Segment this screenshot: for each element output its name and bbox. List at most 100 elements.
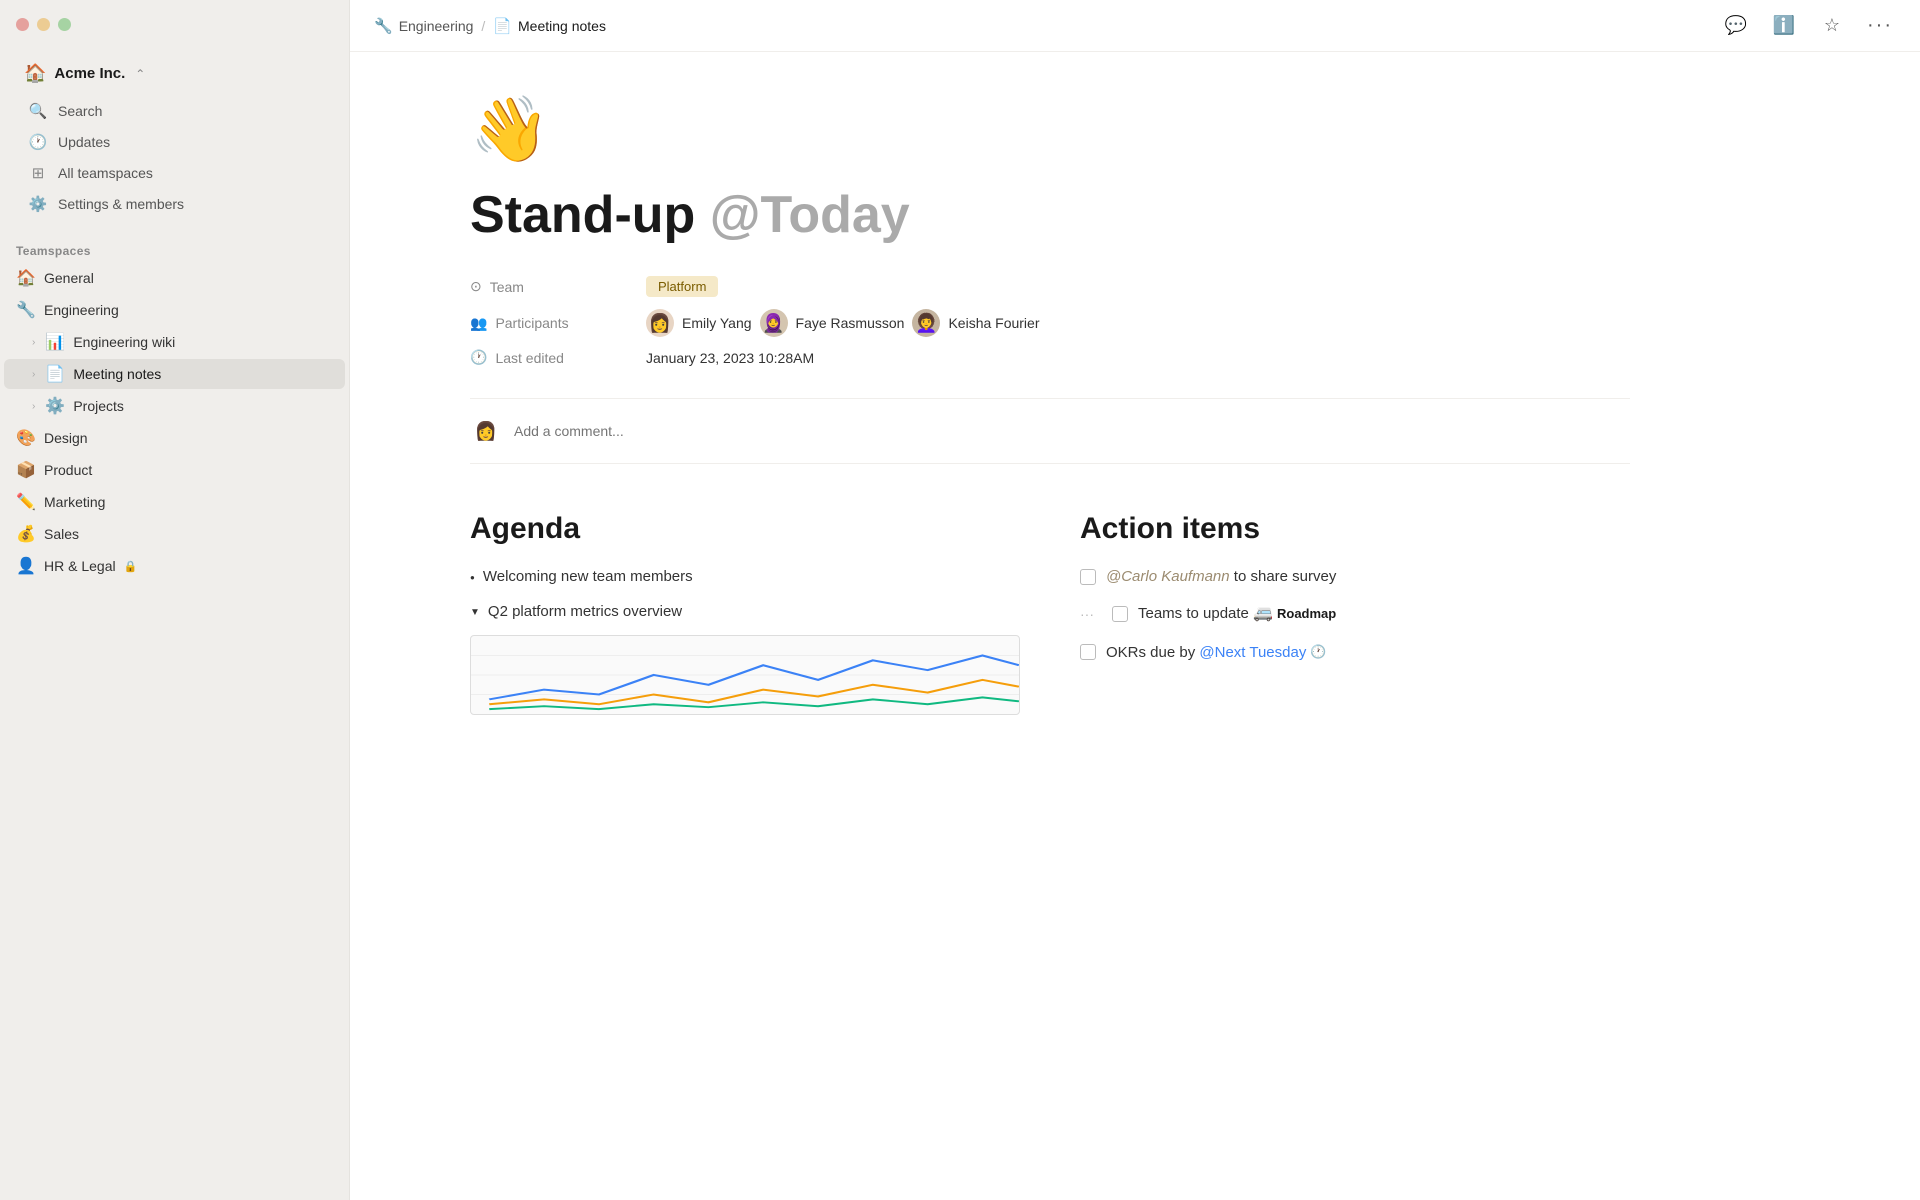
page-title-at-today: @Today [710, 186, 910, 244]
sidebar-label-engineering: Engineering [44, 302, 119, 318]
avatar-keisha: 👩‍🦱 [912, 309, 940, 337]
comment-avatar: 👩 [470, 415, 502, 447]
avatar-faye: 🧕 [760, 309, 788, 337]
sidebar-label-all-teamspaces: All teamspaces [58, 165, 153, 181]
breadcrumb-engineering-icon: 🔧 [374, 17, 393, 35]
sidebar-item-marketing[interactable]: ✏️ Marketing [4, 487, 345, 517]
sidebar-label-design: Design [44, 430, 88, 446]
sidebar-label-updates: Updates [58, 134, 110, 150]
checkbox-2[interactable] [1112, 606, 1128, 622]
sidebar-item-hr-legal[interactable]: 👤 HR & Legal 🔒 [4, 551, 345, 581]
sidebar-item-meeting-notes[interactable]: › 📄 Meeting notes [4, 359, 345, 389]
chart-icon: 📊 [45, 332, 65, 352]
box-icon: 📦 [16, 460, 36, 480]
checkbox-3[interactable] [1080, 644, 1096, 660]
settings-icon: ⚙️ [28, 195, 48, 213]
agenda-item-2-text: Q2 platform metrics overview [488, 601, 682, 624]
breadcrumb-engineering[interactable]: 🔧 Engineering [374, 17, 473, 35]
sidebar-label-meeting-notes: Meeting notes [73, 366, 161, 382]
page-emoji: 👋 [470, 92, 1630, 167]
palette-icon: 🎨 [16, 428, 36, 448]
sidebar-item-design[interactable]: 🎨 Design [4, 423, 345, 453]
action-item-3-text: OKRs due by @Next Tuesday 🕐 [1106, 642, 1327, 663]
comment-button[interactable]: 💬 [1720, 10, 1752, 42]
traffic-light-yellow[interactable] [37, 18, 50, 31]
sidebar-item-engineering-wiki[interactable]: › 📊 Engineering wiki [4, 327, 345, 357]
last-edited-label: 🕐 Last edited [470, 349, 630, 366]
workspace-name: Acme Inc. [54, 65, 125, 82]
info-button[interactable]: ℹ️ [1768, 10, 1800, 42]
traffic-light-red[interactable] [16, 18, 29, 31]
grid-icon: ⊞ [28, 164, 48, 182]
titlebar: 🔧 Engineering / 📄 Meeting notes 💬 ℹ️ ☆ ·… [350, 0, 1920, 52]
workspace-chevron-icon: ⌃ [135, 67, 145, 81]
chevron-right-icon-projects: › [32, 401, 35, 412]
traffic-lights [16, 18, 71, 31]
breadcrumb-meeting-notes[interactable]: 📄 Meeting notes [493, 17, 606, 35]
sidebar-label-hr-legal: HR & Legal [44, 558, 116, 574]
workspace-icon: 🏠 [24, 63, 46, 84]
team-icon: ⊙ [470, 278, 482, 295]
sidebar-label-settings: Settings & members [58, 196, 184, 212]
chevron-right-icon: › [32, 337, 35, 348]
sidebar-item-settings[interactable]: ⚙️ Settings & members [16, 189, 333, 219]
participants-label-text: Participants [495, 315, 568, 331]
dollar-icon: 💰 [16, 524, 36, 544]
star-button[interactable]: ☆ [1816, 10, 1848, 42]
roadmap-tag: 🚐 Roadmap [1253, 603, 1336, 625]
sidebar-item-product[interactable]: 📦 Product [4, 455, 345, 485]
action-item-2-text: Teams to update 🚐 Roadmap [1138, 603, 1336, 625]
sidebar-item-projects[interactable]: › ⚙️ Projects [4, 391, 345, 421]
breadcrumb-page-icon: 📄 [493, 17, 512, 35]
action-item-3: OKRs due by @Next Tuesday 🕐 [1080, 642, 1630, 663]
team-value[interactable]: Platform [646, 276, 718, 297]
comment-input[interactable] [514, 423, 1630, 439]
page-content: 👋 Stand-up @Today ⊙ Team Platform 👥 [350, 52, 1750, 1200]
teamspaces-section-title: Teamspaces [0, 232, 349, 262]
traffic-light-green[interactable] [58, 18, 71, 31]
document-icon: 📄 [45, 364, 65, 384]
workspace-header[interactable]: 🏠 Acme Inc. ⌃ [12, 55, 337, 92]
participant-keisha-name: Keisha Fourier [948, 315, 1039, 331]
sidebar-item-engineering[interactable]: 🔧 Engineering [4, 295, 345, 325]
clock-icon: 🕐 [28, 133, 48, 151]
next-tuesday-link[interactable]: @Next Tuesday 🕐 [1199, 642, 1326, 663]
bullet-icon-1: ● [470, 572, 475, 584]
sidebar: 🏠 Acme Inc. ⌃ 🔍 Search 🕐 Updates ⊞ All t… [0, 0, 350, 1200]
action-items-title: Action items [1080, 512, 1630, 546]
action-item-1: @Carlo Kaufmann to share survey [1080, 566, 1630, 587]
checkbox-1[interactable] [1080, 569, 1096, 585]
page-title: Stand-up @Today [470, 187, 1630, 244]
triangle-icon: ▼ [470, 605, 480, 620]
comment-section: 👩 [470, 398, 1630, 464]
action-item-1-text: @Carlo Kaufmann to share survey [1106, 566, 1336, 587]
sidebar-item-updates[interactable]: 🕐 Updates [16, 127, 333, 157]
team-tag[interactable]: Platform [646, 276, 718, 297]
sidebar-item-general[interactable]: 🏠 General [4, 263, 345, 293]
sidebar-label-marketing: Marketing [44, 494, 105, 510]
agenda-column: Agenda ● Welcoming new team members ▼ Q2… [470, 512, 1020, 715]
search-icon: 🔍 [28, 102, 48, 120]
action-item-2: ··· Teams to update 🚐 Roadmap [1080, 603, 1630, 625]
home-icon: 🏠 [16, 268, 36, 288]
sidebar-label-product: Product [44, 462, 92, 478]
collapse-icon: ··· [1080, 605, 1094, 625]
sidebar-item-sales[interactable]: 💰 Sales [4, 519, 345, 549]
action-items-column: Action items @Carlo Kaufmann to share su… [1080, 512, 1630, 715]
agenda-title: Agenda [470, 512, 1020, 546]
sidebar-item-search[interactable]: 🔍 Search [16, 96, 333, 126]
breadcrumb-engineering-label: Engineering [399, 18, 474, 34]
mention-carlo: @Carlo Kaufmann [1106, 568, 1230, 585]
participant-faye-name: Faye Rasmusson [796, 315, 905, 331]
participants-label: 👥 Participants [470, 315, 630, 332]
pencil-icon: ✏️ [16, 492, 36, 512]
sidebar-item-all-teamspaces[interactable]: ⊞ All teamspaces [16, 158, 333, 188]
main-area: 🔧 Engineering / 📄 Meeting notes 💬 ℹ️ ☆ ·… [350, 0, 1920, 1200]
more-button[interactable]: ··· [1864, 10, 1896, 42]
timer-icon: 🕐 [1310, 643, 1326, 661]
titlebar-actions: 💬 ℹ️ ☆ ··· [1720, 10, 1896, 42]
property-team: ⊙ Team Platform [470, 276, 1630, 297]
mini-chart [470, 635, 1020, 715]
agenda-list: ● Welcoming new team members ▼ Q2 platfo… [470, 566, 1020, 623]
gear-icon: ⚙️ [45, 396, 65, 416]
